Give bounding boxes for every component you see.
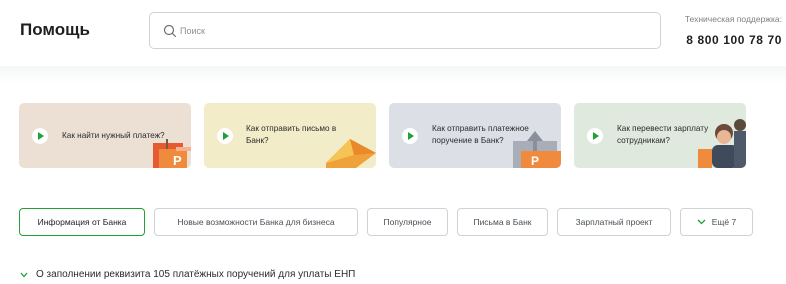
header: Помощь Техническая поддержка: 8 800 100 … <box>0 0 786 66</box>
filter-label: Ещё 7 <box>711 217 737 227</box>
video-card-send-letter[interactable]: Как отправить письмо в Банк? <box>204 103 376 168</box>
page-title: Помощь <box>20 20 90 39</box>
svg-text:P: P <box>173 153 182 168</box>
support-phone[interactable]: 8 800 100 78 70 <box>686 33 782 47</box>
play-icon <box>217 128 233 144</box>
search-input[interactable] <box>180 21 640 41</box>
filter-label: Письма в Банк <box>473 217 532 227</box>
search-box[interactable] <box>149 12 661 49</box>
chevron-down-icon <box>20 272 28 277</box>
filter-salary-project[interactable]: Зарплатный проект <box>557 208 671 236</box>
faq-item-title: О заполнении реквизита 105 платёжных пор… <box>36 269 356 280</box>
filter-label: Популярное <box>383 217 432 227</box>
header-shadow <box>0 66 786 84</box>
envelope-icon <box>326 139 376 168</box>
filter-label: Информация от Банка <box>37 217 127 227</box>
support-label: Техническая поддержка: <box>684 14 782 24</box>
video-card-salary-transfer[interactable]: Как перевести зарплату сотрудникам? <box>574 103 746 168</box>
filter-letters[interactable]: Письма в Банк <box>457 208 548 236</box>
filter-bank-info[interactable]: Информация от Банка <box>19 208 145 236</box>
play-icon <box>402 128 418 144</box>
filter-label: Зарплатный проект <box>575 217 653 227</box>
chevron-down-icon <box>697 219 706 225</box>
filter-new-opportunities[interactable]: Новые возможности Банка для бизнеса <box>154 208 358 236</box>
svg-text:P: P <box>531 154 539 168</box>
upload-document-icon: P <box>513 131 561 168</box>
faq-item[interactable]: О заполнении реквизита 105 платёжных пор… <box>20 269 355 280</box>
video-card-find-payment[interactable]: Как найти нужный платеж? P <box>19 103 191 168</box>
filter-label: Новые возможности Банка для бизнеса <box>177 217 335 227</box>
filter-more[interactable]: Ещё 7 <box>680 208 753 236</box>
play-icon <box>587 128 603 144</box>
employees-icon <box>698 119 746 168</box>
search-icon <box>163 24 177 38</box>
play-icon <box>32 128 48 144</box>
video-card-send-payment-order[interactable]: Как отправить платежное поручение в Банк… <box>389 103 561 168</box>
document-p-icon: P <box>153 139 191 168</box>
filter-popular[interactable]: Популярное <box>367 208 448 236</box>
